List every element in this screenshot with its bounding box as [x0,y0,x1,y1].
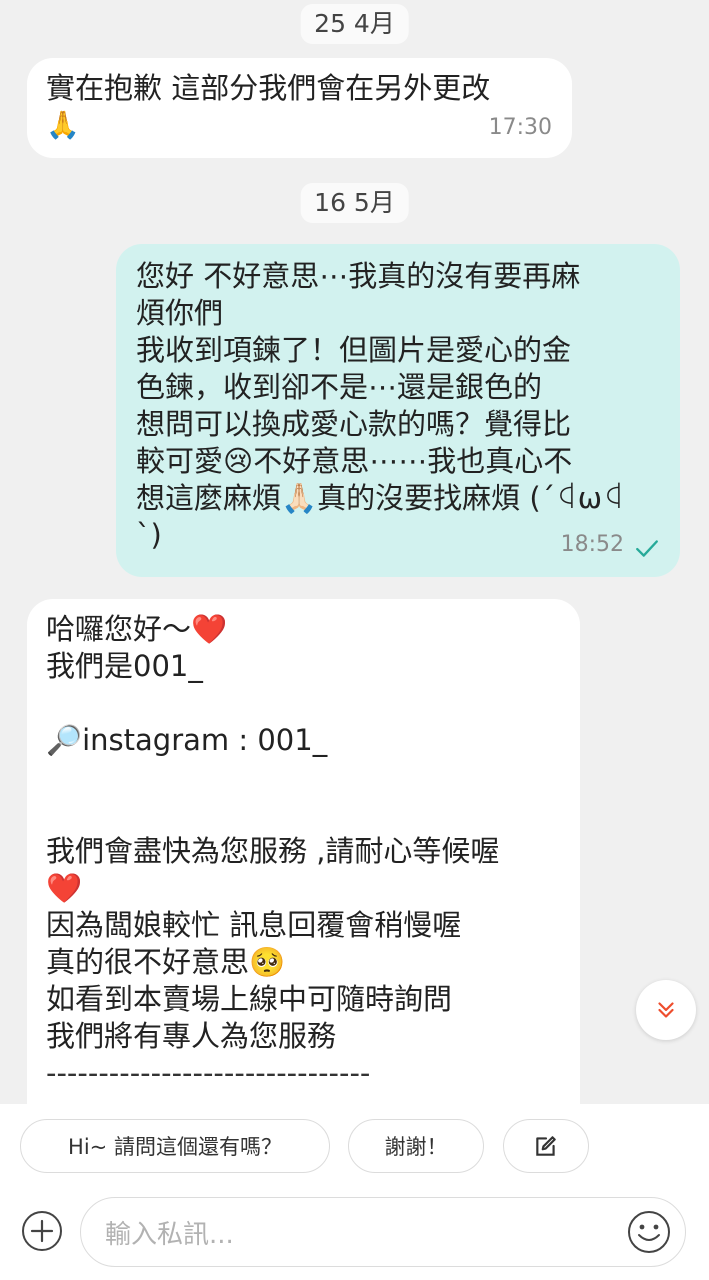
message-text: 您好 不好意思⋯我真的沒有要再麻 [136,259,581,293]
message-text: 想問可以換成愛心款的嗎？覺得比 [136,407,572,441]
double-chevron-down-icon [658,1002,674,1018]
received-message[interactable]: 實在抱歉 這部分我們會在另外更改 🙏 17:30 [27,58,572,158]
message-text [46,685,580,722]
message-text: 我們會盡快為您服務 ,請耐心等候喔 [46,834,500,868]
quick-reply-button[interactable]: 謝謝！ [348,1119,484,1173]
message-input[interactable]: 輸入私訊... [80,1197,686,1267]
message-text: 🔎instagram : 001_ [46,723,328,757]
input-placeholder: 輸入私訊... [105,1220,234,1250]
quick-reply-label: Hi~ 請問這個還有嗎？ [68,1135,282,1159]
message-text [46,759,580,796]
quick-reply-label: 謝謝！ [384,1135,448,1159]
read-check-icon [636,540,658,557]
edit-quick-replies-button[interactable] [503,1119,589,1173]
quick-reply-button[interactable]: Hi~ 請問這個還有嗎？ [20,1119,330,1173]
message-text [46,796,580,833]
message-text: 真的很不好意思🥺 [46,945,286,979]
edit-icon [536,1136,556,1156]
message-text: 我們將有專人為您服務 [46,1019,337,1053]
message-text: 哈囉您好～❤️ [46,612,228,646]
date-separator: 16 5月 [300,183,409,223]
message-text: 我們是001_ [46,649,203,683]
message-text: 如看到本賣場上線中可隨時詢問 [46,982,453,1016]
message-time: 18:52 [560,532,624,557]
message-text: 我收到項鍊了！但圖片是愛心的金 [136,333,572,367]
sent-message[interactable]: 您好 不好意思⋯我真的沒有要再麻 煩你們 我收到項鍊了！但圖片是愛心的金 色鍊，… [116,244,680,577]
message-text: ------------------------------- [46,1056,371,1090]
smiley-icon[interactable] [627,1210,671,1254]
message-text: 實在抱歉 這部分我們會在另外更改 [46,71,491,105]
plus-circle-icon[interactable] [21,1210,63,1252]
message-time: 17:30 [488,115,552,140]
message-text: 想這麼麻煩🙏🏻真的沒要找麻煩 (´ꒉωꒉ [136,481,625,515]
message-text: 煩你們 [136,296,224,330]
received-message[interactable]: 哈囉您好～❤️ 我們是001_ 🔎instagram : 001_ 我們會盡快為… [27,599,580,1104]
message-text: ❤️ [46,871,83,905]
message-input-bar: 輸入私訊... [0,1192,709,1280]
chat-area[interactable]: 25 4月 實在抱歉 這部分我們會在另外更改 🙏 17:30 16 5月 您好 … [0,0,709,1104]
message-text: 因為闆娘較忙 訊息回覆會稍慢喔 [46,908,462,942]
date-separator: 25 4月 [300,4,409,44]
message-text: 較可愛😢不好意思⋯⋯我也真心不 [136,444,573,478]
scroll-to-bottom-button[interactable] [636,980,696,1040]
message-text: 色鍊，收到卻不是⋯還是銀色的 [136,370,543,404]
quick-reply-bar: Hi~ 請問這個還有嗎？ 謝謝！ [0,1104,709,1192]
